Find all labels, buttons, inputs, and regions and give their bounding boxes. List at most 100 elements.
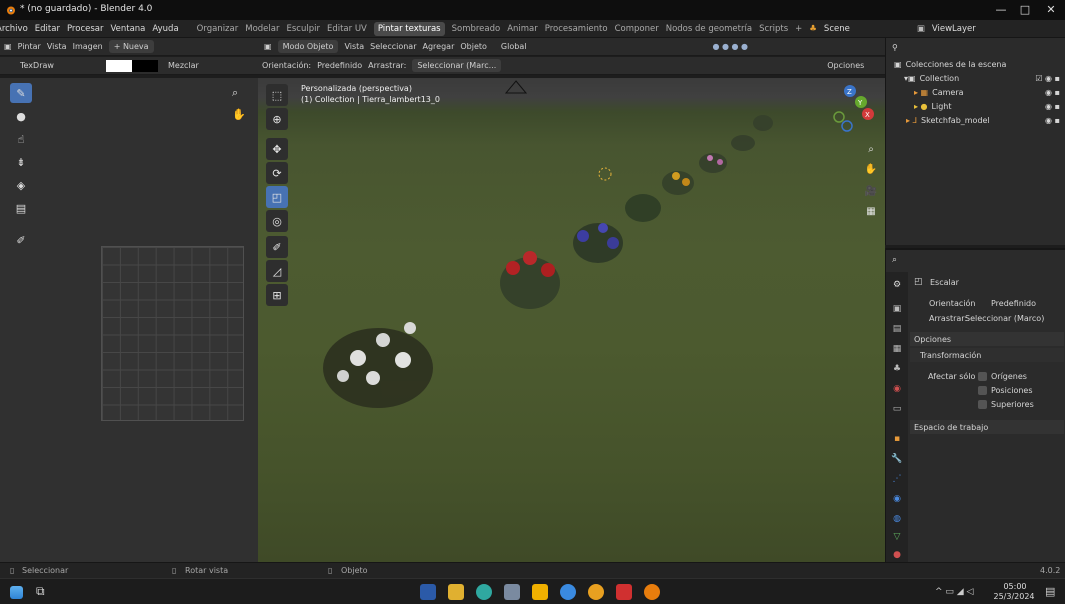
view-layer-name[interactable]: ViewLayer: [932, 24, 976, 34]
camera-view-icon[interactable]: 🎥: [862, 182, 880, 200]
clock-date[interactable]: 25/3/2024: [990, 592, 1038, 601]
menu-procesar[interactable]: Procesar: [67, 24, 104, 34]
tab-sombreado[interactable]: Sombreado: [452, 24, 501, 34]
outliner-row-sketchfab[interactable]: ▸ ⅃ Sketchfab_model ◉ ▪: [886, 114, 1065, 127]
fill-icon[interactable]: ◈: [10, 175, 32, 195]
constraints-tab-icon[interactable]: ◍: [890, 512, 904, 526]
3d-viewport[interactable]: Personalizada (perspectiva) (1) Collecti…: [258, 78, 885, 562]
data-tab-icon[interactable]: ▽: [890, 530, 904, 544]
annotate-tool-icon[interactable]: ✐: [266, 236, 288, 258]
object-mode-dropdown[interactable]: Modo Objeto: [277, 40, 339, 53]
draw-brush-icon[interactable]: ✎: [10, 83, 32, 103]
tab-pintar-texturas[interactable]: Pintar texturas: [373, 21, 445, 36]
modifier-tab-icon[interactable]: 🔧: [890, 452, 904, 466]
scene-tab-icon[interactable]: ♣: [890, 362, 904, 376]
navigation-gizmo[interactable]: Z X Y: [833, 84, 878, 134]
workspace-panel-header[interactable]: Espacio de trabajo: [910, 420, 1064, 434]
prop-orientation-value[interactable]: Predefinido: [991, 299, 1036, 308]
light-visibility-icon[interactable]: ◉ ▪: [1045, 102, 1060, 111]
transform-orientation-global[interactable]: Global: [501, 42, 527, 51]
tab-modelar[interactable]: Modelar: [245, 24, 279, 34]
blender-taskbar-icon[interactable]: [644, 584, 660, 600]
tab-esculpir[interactable]: Esculpir: [286, 24, 319, 34]
outliner-row-light[interactable]: ▸ ● Light ◉ ▪: [886, 100, 1065, 113]
chrome-app-icon[interactable]: [588, 584, 604, 600]
scale-icon[interactable]: ◰: [266, 186, 288, 208]
options-panel-header[interactable]: Opciones: [910, 332, 1064, 346]
brush-name[interactable]: TexDraw: [20, 61, 100, 70]
prop-drag-value[interactable]: Seleccionar (Marco): [965, 314, 1044, 323]
new-image-button[interactable]: + Nueva: [108, 40, 154, 53]
color-swatch-black[interactable]: [132, 59, 158, 72]
measure-icon[interactable]: ◿: [266, 260, 288, 282]
zoom-view-icon[interactable]: ⌕: [862, 140, 880, 158]
scene-collection-row[interactable]: ▣ Colecciones de la escena: [886, 58, 1065, 71]
tab-animar[interactable]: Animar: [507, 24, 538, 34]
transform-icon[interactable]: ◎: [266, 210, 288, 232]
menu-seleccionar[interactable]: Seleccionar: [370, 42, 416, 51]
material-tab-icon[interactable]: ●: [890, 548, 904, 562]
pan-hand-icon[interactable]: ✋: [232, 108, 246, 121]
move-icon[interactable]: ✥: [266, 138, 288, 160]
explorer-app-icon[interactable]: [448, 584, 464, 600]
tab-scripts[interactable]: Scripts: [759, 24, 788, 34]
mask-icon[interactable]: ▤: [10, 198, 32, 218]
color-swatch-white[interactable]: [106, 59, 132, 72]
tab-procesamiento[interactable]: Procesamiento: [545, 24, 608, 34]
select-box-icon[interactable]: ⬚: [266, 84, 288, 106]
collection-tab-icon[interactable]: ▭: [890, 402, 904, 416]
menu-editar[interactable]: Editar: [35, 24, 60, 34]
visibility-eye-icon[interactable]: ☑ ◉ ▪: [1035, 74, 1060, 83]
object-tab-icon[interactable]: ▪: [890, 432, 904, 446]
paint-mode-dropdown[interactable]: Pintar: [18, 42, 41, 51]
clone-icon[interactable]: ⇟: [10, 152, 32, 172]
scene-selector[interactable]: ♣: [809, 24, 817, 34]
options-button[interactable]: Opciones: [827, 61, 864, 70]
particles-tab-icon[interactable]: ⋰: [890, 472, 904, 486]
paint-app-icon[interactable]: [504, 584, 520, 600]
tab-editar-uv[interactable]: Editar UV: [327, 24, 367, 34]
menu-agregar[interactable]: Agregar: [423, 42, 455, 51]
system-tray-icons[interactable]: ^ ▭ ◢ ◁: [935, 587, 973, 597]
rotate-icon[interactable]: ⟳: [266, 162, 288, 184]
outliner-filter-icon[interactable]: ⚲: [892, 43, 898, 52]
tab-organizar[interactable]: Organizar: [197, 24, 239, 34]
minimize-button[interactable]: —: [990, 3, 1012, 17]
view-menu[interactable]: Vista: [47, 42, 67, 51]
view-layer-tab-icon[interactable]: ▦: [890, 342, 904, 356]
locations-checkbox[interactable]: Posiciones: [978, 386, 1033, 395]
menu-archivo[interactable]: Archivo: [0, 24, 28, 34]
viewport-shading-icons[interactable]: ● ● ● ●: [712, 42, 748, 51]
ortho-toggle-icon[interactable]: ▦: [862, 202, 880, 220]
clock-time[interactable]: 05:00: [998, 582, 1032, 591]
sketchfab-visibility-icon[interactable]: ◉ ▪: [1045, 116, 1060, 125]
cursor-icon[interactable]: ⊕: [266, 108, 288, 130]
render-tab-icon[interactable]: ▣: [890, 302, 904, 316]
tab-nodos-geometria[interactable]: Nodos de geometría: [666, 24, 752, 34]
menu-objeto[interactable]: Objeto: [460, 42, 487, 51]
word-app-icon[interactable]: [420, 584, 436, 600]
image-menu[interactable]: Imagen: [73, 42, 103, 51]
transform-subpanel-header[interactable]: Transformación: [910, 348, 1064, 362]
world-tab-icon[interactable]: ◉: [890, 382, 904, 396]
scene-name[interactable]: Scene: [824, 24, 850, 34]
soften-icon[interactable]: ●: [10, 106, 32, 126]
settings-app-icon[interactable]: [560, 584, 576, 600]
notification-icon[interactable]: ▤: [1045, 585, 1055, 598]
drag-value[interactable]: Seleccionar (Marc...: [412, 59, 502, 72]
close-button[interactable]: ✕: [1040, 3, 1062, 17]
windows-start-icon[interactable]: [10, 586, 23, 599]
annotate-icon[interactable]: ✐: [10, 230, 32, 250]
origins-checkbox[interactable]: Orígenes: [978, 372, 1027, 381]
blend-mode[interactable]: Mezclar: [168, 61, 199, 70]
menu-ventana[interactable]: Ventana: [110, 24, 145, 34]
menu-ayuda[interactable]: Ayuda: [152, 24, 178, 34]
output-tab-icon[interactable]: ▤: [890, 322, 904, 336]
tab-componer[interactable]: Componer: [615, 24, 659, 34]
add-workspace-button[interactable]: +: [795, 24, 802, 34]
smear-icon[interactable]: ☝: [10, 129, 32, 149]
menu-vista[interactable]: Vista: [344, 42, 364, 51]
outliner-row-collection[interactable]: ▾▣ Collection ☑ ◉ ▪: [886, 72, 1065, 85]
orientation-value[interactable]: Predefinido: [317, 61, 362, 70]
zoom-icon[interactable]: ⌕: [232, 86, 238, 100]
